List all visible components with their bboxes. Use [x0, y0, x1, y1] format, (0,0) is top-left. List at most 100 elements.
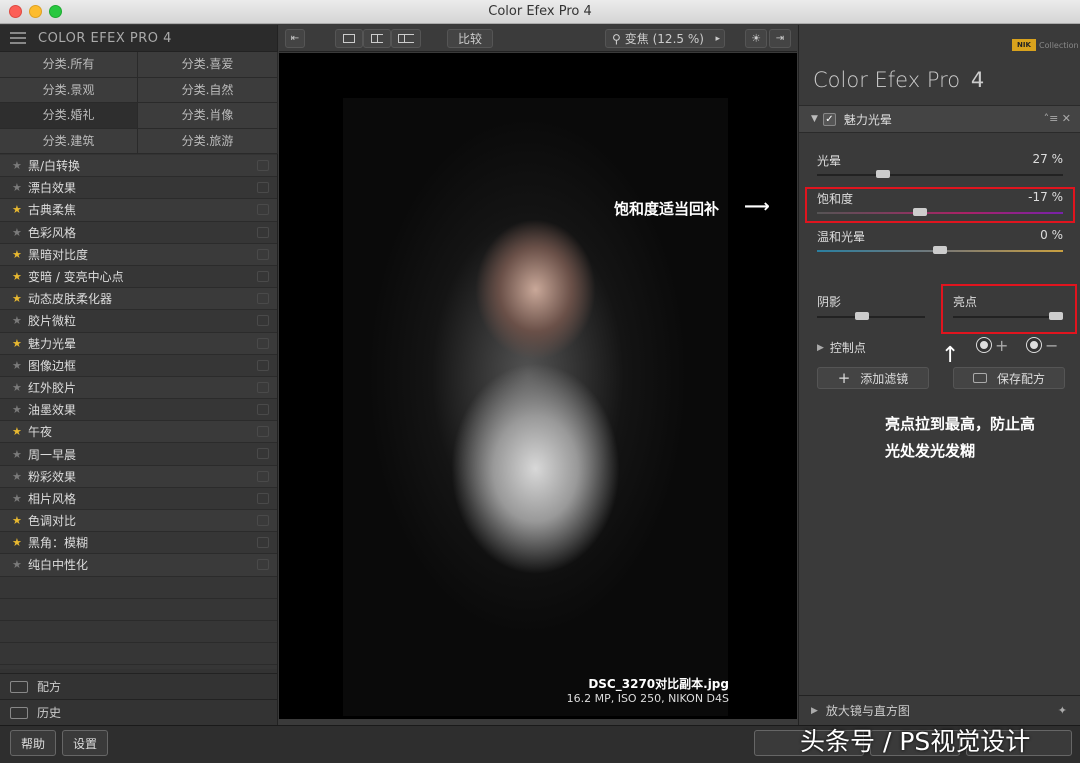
filter-list-item[interactable]: ★ 午夜 [0, 421, 277, 444]
filter-list-item[interactable]: ★ 黑/白转换 [0, 155, 277, 178]
glow-track[interactable] [817, 170, 1063, 178]
filter-list-item[interactable]: ★ 图像边框 [0, 354, 277, 377]
filter-header[interactable]: ▼ ✓ 魅力光晕 ˄≡ ✕ [799, 105, 1080, 133]
hide-right-panel-button[interactable]: ⇥ [769, 29, 791, 48]
filter-recipe-icon[interactable] [257, 226, 269, 238]
star-icon[interactable]: ★ [12, 448, 28, 461]
filter-recipe-icon[interactable] [257, 359, 269, 371]
preview-canvas[interactable]: 饱和度适当回补 ⟶ DSC_3270对比副本.jpg 16.2 MP, ISO … [279, 53, 797, 719]
compare-button[interactable]: 比较 [447, 29, 493, 48]
filter-recipe-icon[interactable] [257, 270, 269, 282]
shadows-thumb[interactable] [855, 312, 870, 320]
remove-control-point-button[interactable]: − [1027, 335, 1058, 355]
split-view-button[interactable] [363, 29, 391, 48]
collapse-triangle-icon[interactable]: ▼ [811, 114, 818, 124]
filter-recipe-icon[interactable] [257, 248, 269, 260]
glow-slider[interactable]: 光晕 27 % [817, 152, 1063, 182]
add-control-point-button[interactable]: + [977, 335, 1008, 355]
filter-header-controls[interactable]: ˄≡ ✕ [1044, 112, 1071, 125]
warm-glow-track[interactable] [817, 246, 1063, 254]
side-by-side-view-button[interactable] [391, 29, 421, 48]
category-landscape[interactable]: 分类.景观 [0, 77, 138, 103]
filter-recipe-icon[interactable] [257, 559, 269, 571]
filter-list-item[interactable]: ★ 粉彩效果 [0, 465, 277, 488]
warm-glow-slider[interactable]: 温和光晕 0 % [817, 228, 1063, 258]
filter-recipe-icon[interactable] [257, 404, 269, 416]
filter-list-item[interactable]: ★ 黑角：模糊 [0, 532, 277, 555]
filter-recipe-icon[interactable] [257, 426, 269, 438]
star-icon[interactable]: ★ [12, 226, 28, 239]
filter-recipe-icon[interactable] [257, 381, 269, 393]
star-icon[interactable]: ★ [12, 337, 28, 350]
star-icon[interactable]: ★ [12, 159, 28, 172]
recipes-tab[interactable]: 配方 [0, 673, 277, 699]
shadows-slider[interactable]: 阴影 [817, 293, 925, 323]
star-icon[interactable]: ★ [12, 359, 28, 372]
single-view-button[interactable] [335, 29, 363, 48]
hide-left-panel-button[interactable]: ⇤ [285, 29, 305, 48]
loupe-histogram-section[interactable]: ▶ 放大镜与直方图 ✦ [799, 695, 1080, 725]
history-tab[interactable]: 历史 [0, 699, 277, 725]
settings-button[interactable]: 设置 [62, 730, 108, 756]
category-architecture[interactable]: 分类.建筑 [0, 128, 138, 154]
star-icon[interactable]: ★ [12, 292, 28, 305]
filter-list-item[interactable]: ★ 纯白中性化 [0, 554, 277, 577]
save-recipe-button[interactable]: 保存配方 [953, 367, 1065, 389]
category-portrait[interactable]: 分类.肖像 [138, 103, 278, 129]
star-icon[interactable]: ★ [12, 181, 28, 194]
category-nature[interactable]: 分类.自然 [138, 77, 278, 103]
filter-recipe-icon[interactable] [257, 448, 269, 460]
star-icon[interactable]: ★ [12, 492, 28, 505]
star-icon[interactable]: ★ [12, 381, 28, 394]
filter-recipe-icon[interactable] [257, 315, 269, 327]
filter-list-item[interactable]: ★ 黑暗对比度 [0, 243, 277, 266]
filter-recipe-icon[interactable] [257, 160, 269, 171]
star-icon[interactable]: ★ [12, 536, 28, 549]
star-icon[interactable]: ★ [12, 270, 28, 283]
star-icon[interactable]: ★ [12, 314, 28, 327]
filter-recipe-icon[interactable] [257, 293, 269, 305]
background-light-button[interactable]: ☀ [745, 29, 767, 48]
filter-recipe-icon[interactable] [257, 537, 269, 549]
filter-list-item[interactable]: ★ 魅力光晕 [0, 332, 277, 355]
menu-icon[interactable] [10, 29, 26, 47]
add-filter-button[interactable]: + 添加滤镜 [817, 367, 929, 389]
star-icon[interactable]: ★ [12, 248, 28, 261]
star-icon[interactable]: ★ [12, 425, 28, 438]
category-travel[interactable]: 分类.旅游 [138, 128, 278, 154]
star-icon[interactable]: ★ [12, 514, 28, 527]
star-icon[interactable]: ★ [12, 558, 28, 571]
shadows-track[interactable] [817, 312, 925, 320]
category-all[interactable]: 分类.所有 [0, 52, 138, 78]
warm-glow-thumb[interactable] [933, 246, 947, 254]
help-button[interactable]: 帮助 [10, 730, 56, 756]
filter-recipe-icon[interactable] [257, 337, 269, 349]
filter-list-item[interactable]: ★ 色彩风格 [0, 221, 277, 244]
filter-list-item[interactable]: ★ 漂白效果 [0, 177, 277, 200]
control-points-row[interactable]: ▶ 控制点 [817, 339, 866, 356]
category-favorites[interactable]: 分类.喜爱 [138, 52, 278, 78]
pin-icon[interactable]: ✦ [1058, 704, 1067, 717]
filter-list-item[interactable]: ★ 变暗 / 变亮中心点 [0, 265, 277, 289]
filter-enabled-checkbox[interactable]: ✓ [822, 112, 836, 126]
filter-recipe-icon[interactable] [257, 182, 269, 194]
glow-thumb[interactable] [876, 170, 891, 178]
filter-list-item[interactable]: ★ 色调对比 [0, 510, 277, 533]
filter-list-item[interactable]: ★ 油墨效果 [0, 399, 277, 422]
filter-list-item[interactable]: ★ 红外胶片 [0, 376, 277, 400]
filter-list-item[interactable]: ★ 古典柔焦 [0, 199, 277, 222]
filter-recipe-icon[interactable] [257, 470, 269, 482]
filter-name: 胶片微粒 [28, 314, 77, 329]
zoom-dropdown[interactable]: ⚲ 变焦 (12.5 %) ▸ [605, 29, 725, 48]
filter-list-item[interactable]: ★ 动态皮肤柔化器 [0, 288, 277, 311]
star-icon[interactable]: ★ [12, 470, 28, 483]
filter-recipe-icon[interactable] [257, 515, 269, 526]
filter-list-item[interactable]: ★ 相片风格 [0, 487, 277, 510]
filter-list-item[interactable]: ★ 胶片微粒 [0, 310, 277, 333]
filter-recipe-icon[interactable] [257, 492, 269, 504]
star-icon[interactable]: ★ [12, 403, 28, 416]
category-wedding[interactable]: 分类.婚礼 [0, 103, 138, 129]
filter-list-item[interactable]: ★ 周一早晨 [0, 443, 277, 466]
star-icon[interactable]: ★ [12, 203, 28, 216]
filter-recipe-icon[interactable] [257, 204, 269, 216]
